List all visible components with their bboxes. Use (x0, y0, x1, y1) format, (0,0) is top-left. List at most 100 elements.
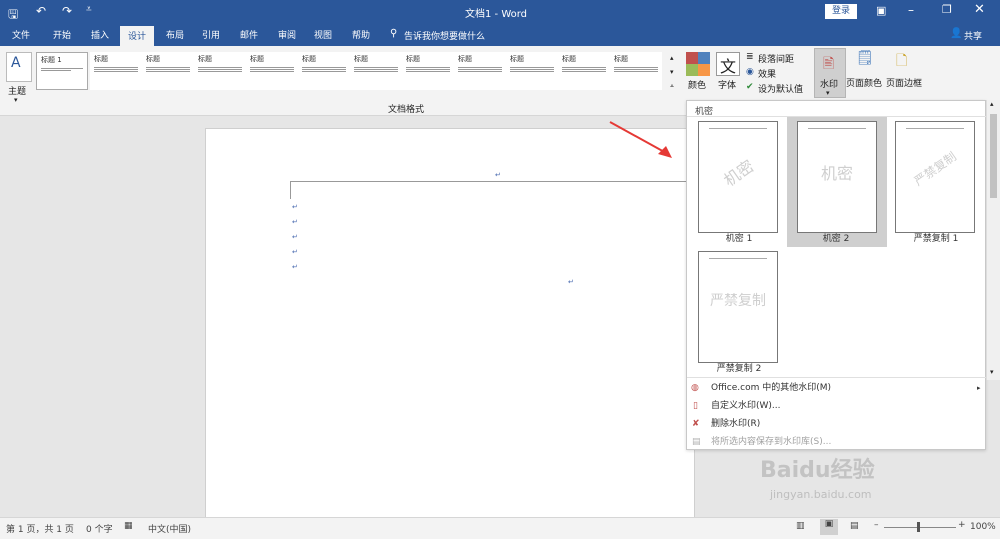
paragraph-mark: ↵ (292, 263, 298, 271)
zoom-slider[interactable] (884, 527, 956, 528)
page-icon: ▯ (693, 401, 698, 411)
watermark-item-no-copy-1[interactable]: 严禁复制 严禁复制 1 (887, 117, 975, 244)
undo-icon[interactable]: ↶ (36, 4, 46, 18)
style-set-3[interactable]: 标题 (142, 52, 194, 90)
paragraph-mark: ↵ (292, 203, 298, 211)
colors-button[interactable] (686, 52, 710, 76)
watermark-item-confidential-2[interactable]: 机密 机密 2 (787, 117, 887, 247)
page-border-button[interactable]: 页面边框 (886, 76, 922, 89)
style-set-9[interactable]: 标题 (454, 52, 506, 90)
tab-review[interactable]: 审阅 (272, 28, 302, 41)
scroll-up-icon[interactable]: ▴ (990, 100, 994, 108)
check-icon: ✔ (746, 82, 754, 92)
tab-help[interactable]: 帮助 (344, 28, 378, 41)
watermark-gallery: 机密 机密 机密 1 机密 机密 2 严禁复制 严禁复制 1 严禁复制 严禁复制… (686, 100, 987, 451)
custom-watermark[interactable]: ▯ 自定义水印(W)... (687, 397, 987, 415)
save-page-icon: ▤ (692, 437, 701, 447)
save-icon[interactable]: 🖫 (8, 5, 18, 26)
margin-corner (290, 181, 291, 199)
header-line (290, 181, 690, 182)
tab-insert[interactable]: 插入 (84, 28, 116, 41)
theme-icon: A (11, 55, 21, 71)
remove-icon: ✘ (692, 419, 700, 429)
chevron-right-icon: ▸ (977, 384, 981, 392)
globe-icon: ◍ (691, 383, 699, 393)
gallery-scrollbar[interactable]: ▴ ▾ (986, 100, 1000, 380)
gallery-scroll-down-icon[interactable]: ▾ (670, 68, 674, 76)
proofing-icon[interactable]: ▦ (124, 521, 133, 531)
print-layout-icon[interactable]: ▣ (820, 519, 838, 535)
style-set-10[interactable]: 标题 (506, 52, 558, 90)
chevron-down-icon: ▾ (826, 89, 830, 97)
tab-mailings[interactable]: 邮件 (234, 28, 264, 41)
colors-label: 颜色 (688, 81, 707, 91)
page-color-icon: 🗒 (856, 50, 874, 66)
zoom-level[interactable]: 100% (970, 522, 996, 532)
style-set-12[interactable]: 标题 (610, 52, 662, 90)
person-icon: 👤 (950, 28, 963, 39)
document-page[interactable]: ↵ ↵ ↵ ↵ ↵ ↵ ↵ (205, 128, 695, 523)
watermark-icon: 🖹 (823, 56, 835, 72)
fonts-icon[interactable]: 文 (716, 52, 740, 76)
login-button[interactable]: 登录 (825, 4, 857, 19)
paragraph-mark: ↵ (495, 171, 501, 179)
tab-view[interactable]: 视图 (308, 28, 338, 41)
tab-references[interactable]: 引用 (196, 28, 226, 41)
watermark-button[interactable]: 🖹 水印 ▾ (814, 48, 846, 98)
gallery-scroll-up-icon[interactable]: ▴ (670, 54, 674, 62)
word-count[interactable]: 0 个字 (86, 522, 113, 535)
brand-watermark: Baidu经验 (760, 458, 875, 483)
paragraph-mark: ↵ (292, 248, 298, 256)
more-watermarks-office-com[interactable]: ◍ Office.com 中的其他水印(M) ▸ (687, 379, 987, 397)
effects-button[interactable]: 效果 (758, 67, 776, 80)
watermark-item-no-copy-2[interactable]: 严禁复制 严禁复制 2 (690, 247, 778, 374)
tab-layout[interactable]: 布局 (160, 28, 190, 41)
tab-home[interactable]: 开始 (46, 28, 78, 41)
style-set-2[interactable]: 标题 (90, 52, 142, 90)
style-set-8[interactable]: 标题 (402, 52, 454, 90)
style-set-6[interactable]: 标题 (298, 52, 350, 90)
paragraph-mark: ↵ (568, 278, 574, 286)
window-title: 文档1 - Word (465, 9, 528, 20)
save-selection-to-watermark-gallery: ▤ 将所选内容保存到水印库(S)... (687, 433, 987, 451)
page-color-button[interactable]: 页面颜色 (846, 76, 882, 89)
style-set-1[interactable]: 标题 1 (36, 52, 88, 90)
page-count[interactable]: 第 1 页，共 1 页 (6, 522, 74, 535)
paragraph-spacing-button[interactable]: 段落间距 (758, 52, 794, 65)
status-bar: 第 1 页，共 1 页 0 个字 ▦ 中文(中国) ▥ ▣ ▤ – + 100% (0, 517, 1000, 539)
remove-watermark[interactable]: ✘ 删除水印(R) (687, 415, 987, 433)
restore-icon[interactable]: ❐ (942, 3, 952, 16)
style-set-7[interactable]: 标题 (350, 52, 402, 90)
menu-bar: 文件 开始 插入 设计 布局 引用 邮件 审阅 视图 帮助 ⚲ 告诉我你想要做什… (0, 24, 1000, 46)
brand-watermark-url: jingyan.baidu.com (770, 488, 872, 501)
web-layout-icon[interactable]: ▤ (850, 521, 859, 531)
ribbon-display-icon[interactable]: ▣ (876, 4, 886, 17)
tab-design[interactable]: 设计 (120, 26, 154, 46)
read-mode-icon[interactable]: ▥ (796, 521, 805, 531)
paragraph-spacing-icon: ≣ (746, 52, 754, 62)
close-icon[interactable]: ✕ (974, 2, 985, 17)
gallery-more-icon[interactable]: ⩡ (670, 82, 674, 91)
chevron-down-icon: ▾ (14, 96, 18, 104)
style-set-5[interactable]: 标题 (246, 52, 298, 90)
zoom-out-icon[interactable]: – (874, 520, 879, 530)
redo-icon[interactable]: ↷ (62, 4, 72, 18)
scroll-thumb[interactable] (990, 114, 997, 198)
style-set-4[interactable]: 标题 (194, 52, 246, 90)
effects-icon: ◉ (746, 67, 754, 77)
share-button[interactable]: 共享 (964, 29, 982, 42)
paragraph-mark: ↵ (292, 233, 298, 241)
tab-file[interactable]: 文件 (8, 28, 34, 41)
style-set-11[interactable]: 标题 (558, 52, 610, 90)
tell-me-box[interactable]: 告诉我你想要做什么 (404, 29, 485, 42)
customize-qat-icon[interactable]: ⩡ (86, 4, 92, 15)
paragraph-mark: ↵ (292, 218, 298, 226)
scroll-down-icon[interactable]: ▾ (990, 368, 994, 376)
language[interactable]: 中文(中国) (148, 522, 191, 535)
zoom-in-icon[interactable]: + (958, 520, 966, 530)
zoom-slider-handle[interactable] (917, 522, 920, 532)
watermark-item-confidential-1[interactable]: 机密 机密 1 (690, 117, 778, 244)
theme-button[interactable]: A (6, 52, 32, 82)
set-default-button[interactable]: 设为默认值 (758, 82, 803, 95)
minimize-icon[interactable]: – (908, 3, 914, 17)
